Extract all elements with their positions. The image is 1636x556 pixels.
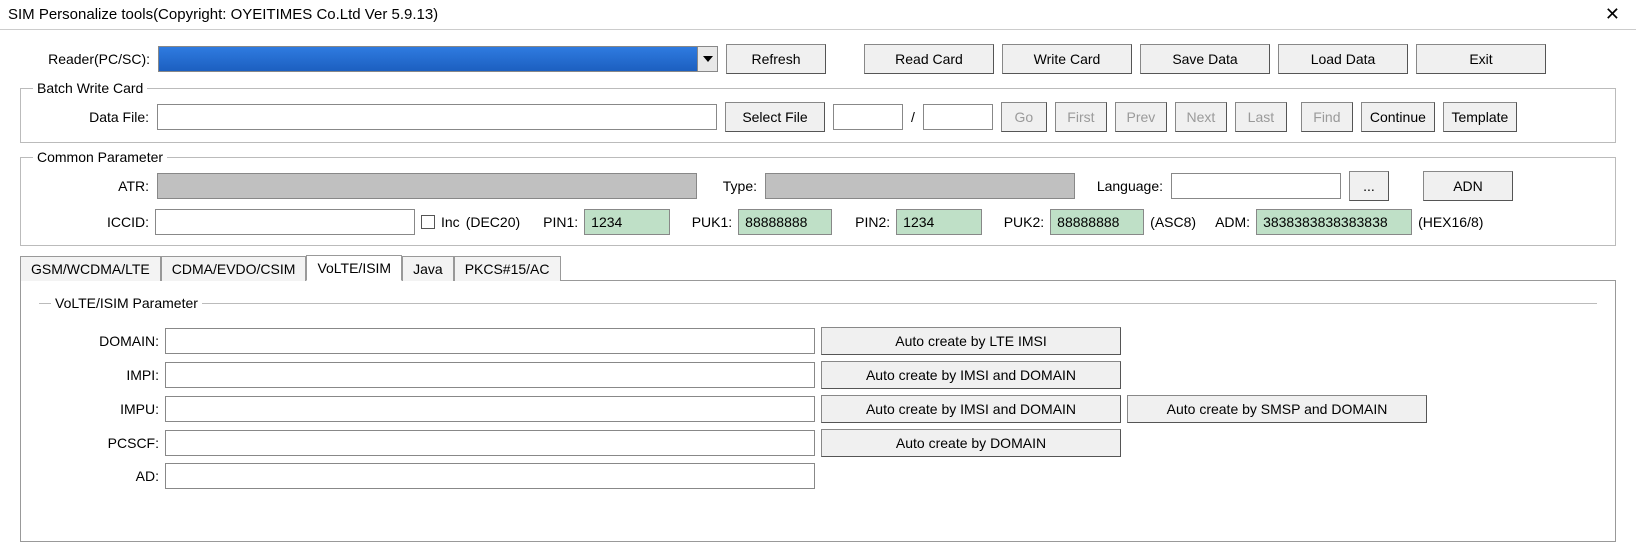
iccid-label: ICCID:	[31, 214, 149, 230]
volte-legend: VoLTE/ISIM Parameter	[51, 295, 202, 311]
atr-label: ATR:	[31, 178, 149, 194]
tab-pkcs15[interactable]: PKCS#15/AC	[454, 256, 561, 281]
pcscf-input[interactable]	[165, 430, 815, 456]
last-button[interactable]: Last	[1235, 102, 1287, 132]
type-label: Type:	[705, 178, 757, 194]
range-sep: /	[911, 109, 915, 125]
impu-label: IMPU:	[49, 401, 159, 417]
find-button[interactable]: Find	[1301, 102, 1353, 132]
auto-impu-smsp-button[interactable]: Auto create by SMSP and DOMAIN	[1127, 395, 1427, 423]
tab-volte[interactable]: VoLTE/ISIM	[306, 255, 402, 281]
pcscf-label: PCSCF:	[49, 435, 159, 451]
data-file-label: Data File:	[31, 109, 149, 125]
inc-checkbox[interactable]	[421, 215, 435, 229]
atr-input	[157, 173, 697, 199]
workspace: Reader(PC/SC): Refresh Read Card Write C…	[0, 30, 1636, 556]
tab-cdma[interactable]: CDMA/EVDO/CSIM	[161, 256, 307, 281]
impu-input[interactable]	[165, 396, 815, 422]
reader-combo[interactable]	[158, 46, 718, 72]
tab-body: VoLTE/ISIM Parameter DOMAIN: Auto create…	[20, 281, 1616, 542]
template-button[interactable]: Template	[1443, 102, 1517, 132]
common-param-legend: Common Parameter	[33, 149, 167, 165]
pin1-label: PIN1:	[526, 214, 578, 230]
tab-java[interactable]: Java	[402, 256, 454, 281]
dec20-label: (DEC20)	[466, 214, 520, 230]
puk2-input[interactable]	[1050, 209, 1144, 235]
domain-input[interactable]	[165, 328, 815, 354]
iccid-input[interactable]	[155, 209, 415, 235]
impi-label: IMPI:	[49, 367, 159, 383]
pin2-input[interactable]	[896, 209, 982, 235]
language-label: Language:	[1083, 178, 1163, 194]
range-from-input[interactable]	[833, 104, 903, 130]
adn-button[interactable]: ADN	[1423, 171, 1513, 201]
go-button[interactable]: Go	[1001, 102, 1047, 132]
continue-button[interactable]: Continue	[1361, 102, 1435, 132]
write-card-button[interactable]: Write Card	[1002, 44, 1132, 74]
save-data-button[interactable]: Save Data	[1140, 44, 1270, 74]
inc-label: Inc	[441, 214, 460, 230]
title-bar: SIM Personalize tools(Copyright: OYEITIM…	[0, 0, 1636, 30]
chevron-down-icon[interactable]	[697, 47, 717, 71]
tab-strip: GSM/WCDMA/LTE CDMA/EVDO/CSIM VoLTE/ISIM …	[20, 254, 1616, 281]
data-file-input[interactable]	[157, 104, 717, 130]
adm-label: ADM:	[1202, 214, 1250, 230]
puk2-label: PUK2:	[988, 214, 1044, 230]
read-card-button[interactable]: Read Card	[864, 44, 994, 74]
puk1-label: PUK1:	[676, 214, 732, 230]
puk1-input[interactable]	[738, 209, 832, 235]
language-input[interactable]	[1171, 173, 1341, 199]
reader-label: Reader(PC/SC):	[20, 51, 150, 67]
asc8-label: (ASC8)	[1150, 214, 1196, 230]
refresh-button[interactable]: Refresh	[726, 44, 826, 74]
impi-input[interactable]	[165, 362, 815, 388]
range-to-input[interactable]	[923, 104, 993, 130]
pin2-label: PIN2:	[838, 214, 890, 230]
reader-combo-value	[159, 47, 697, 71]
next-button[interactable]: Next	[1175, 102, 1227, 132]
batch-write-group: Batch Write Card Data File: Select File …	[20, 80, 1616, 143]
auto-domain-button[interactable]: Auto create by LTE IMSI	[821, 327, 1121, 355]
domain-label: DOMAIN:	[49, 333, 159, 349]
adm-input[interactable]	[1256, 209, 1412, 235]
select-file-button[interactable]: Select File	[725, 102, 825, 132]
load-data-button[interactable]: Load Data	[1278, 44, 1408, 74]
language-browse-button[interactable]: ...	[1349, 171, 1389, 201]
pin1-input[interactable]	[584, 209, 670, 235]
first-button[interactable]: First	[1055, 102, 1107, 132]
close-icon[interactable]: ✕	[1597, 4, 1628, 25]
auto-impi-button[interactable]: Auto create by IMSI and DOMAIN	[821, 361, 1121, 389]
common-param-group: Common Parameter ATR: Type: Language: ..…	[20, 149, 1616, 246]
batch-write-legend: Batch Write Card	[33, 80, 147, 96]
volte-group: VoLTE/ISIM Parameter DOMAIN: Auto create…	[39, 295, 1597, 505]
type-input	[765, 173, 1075, 199]
exit-button[interactable]: Exit	[1416, 44, 1546, 74]
hex168-label: (HEX16/8)	[1418, 214, 1483, 230]
ad-input[interactable]	[165, 463, 815, 489]
ad-label: AD:	[49, 468, 159, 484]
tab-gsm[interactable]: GSM/WCDMA/LTE	[20, 256, 161, 281]
prev-button[interactable]: Prev	[1115, 102, 1167, 132]
auto-pcscf-button[interactable]: Auto create by DOMAIN	[821, 429, 1121, 457]
window-title: SIM Personalize tools(Copyright: OYEITIM…	[8, 6, 438, 23]
auto-impu-imsi-button[interactable]: Auto create by IMSI and DOMAIN	[821, 395, 1121, 423]
